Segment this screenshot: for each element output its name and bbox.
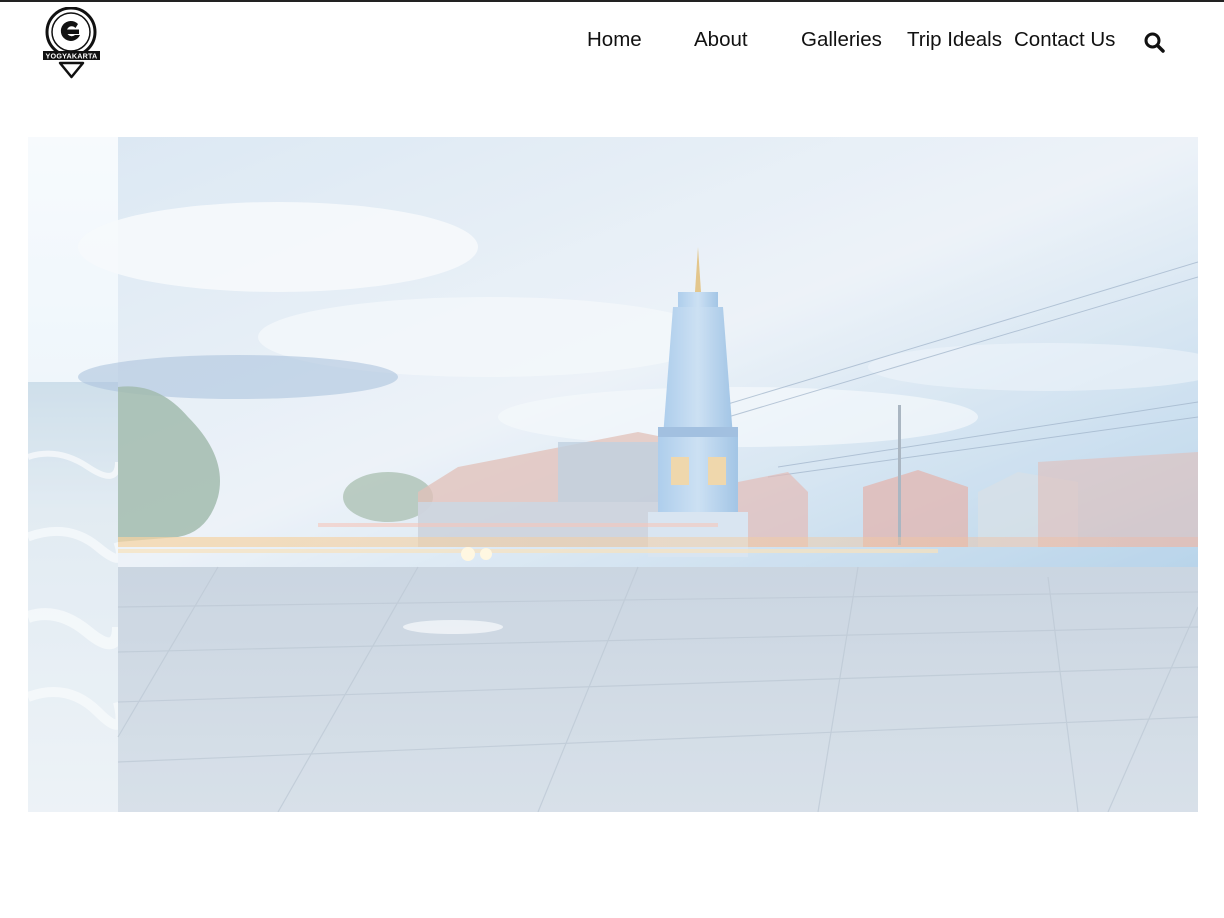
nav-about[interactable]: About: [694, 27, 748, 53]
main-nav: Home About Galleries Trip Ideals Contact…: [0, 27, 1224, 57]
hero-banner: [28, 137, 1198, 812]
nav-contact-us[interactable]: Contact Us: [1014, 27, 1115, 53]
search-icon: [1144, 32, 1165, 53]
nav-galleries[interactable]: Galleries: [801, 27, 882, 53]
hero-image: [28, 137, 1198, 812]
nav-home[interactable]: Home: [587, 27, 642, 53]
nav-trip-ideals[interactable]: Trip Ideals: [907, 27, 1002, 53]
search-button[interactable]: [1143, 31, 1167, 55]
site-header: YOGYAKARTA Home About Galleries Trip Ide…: [0, 2, 1224, 82]
